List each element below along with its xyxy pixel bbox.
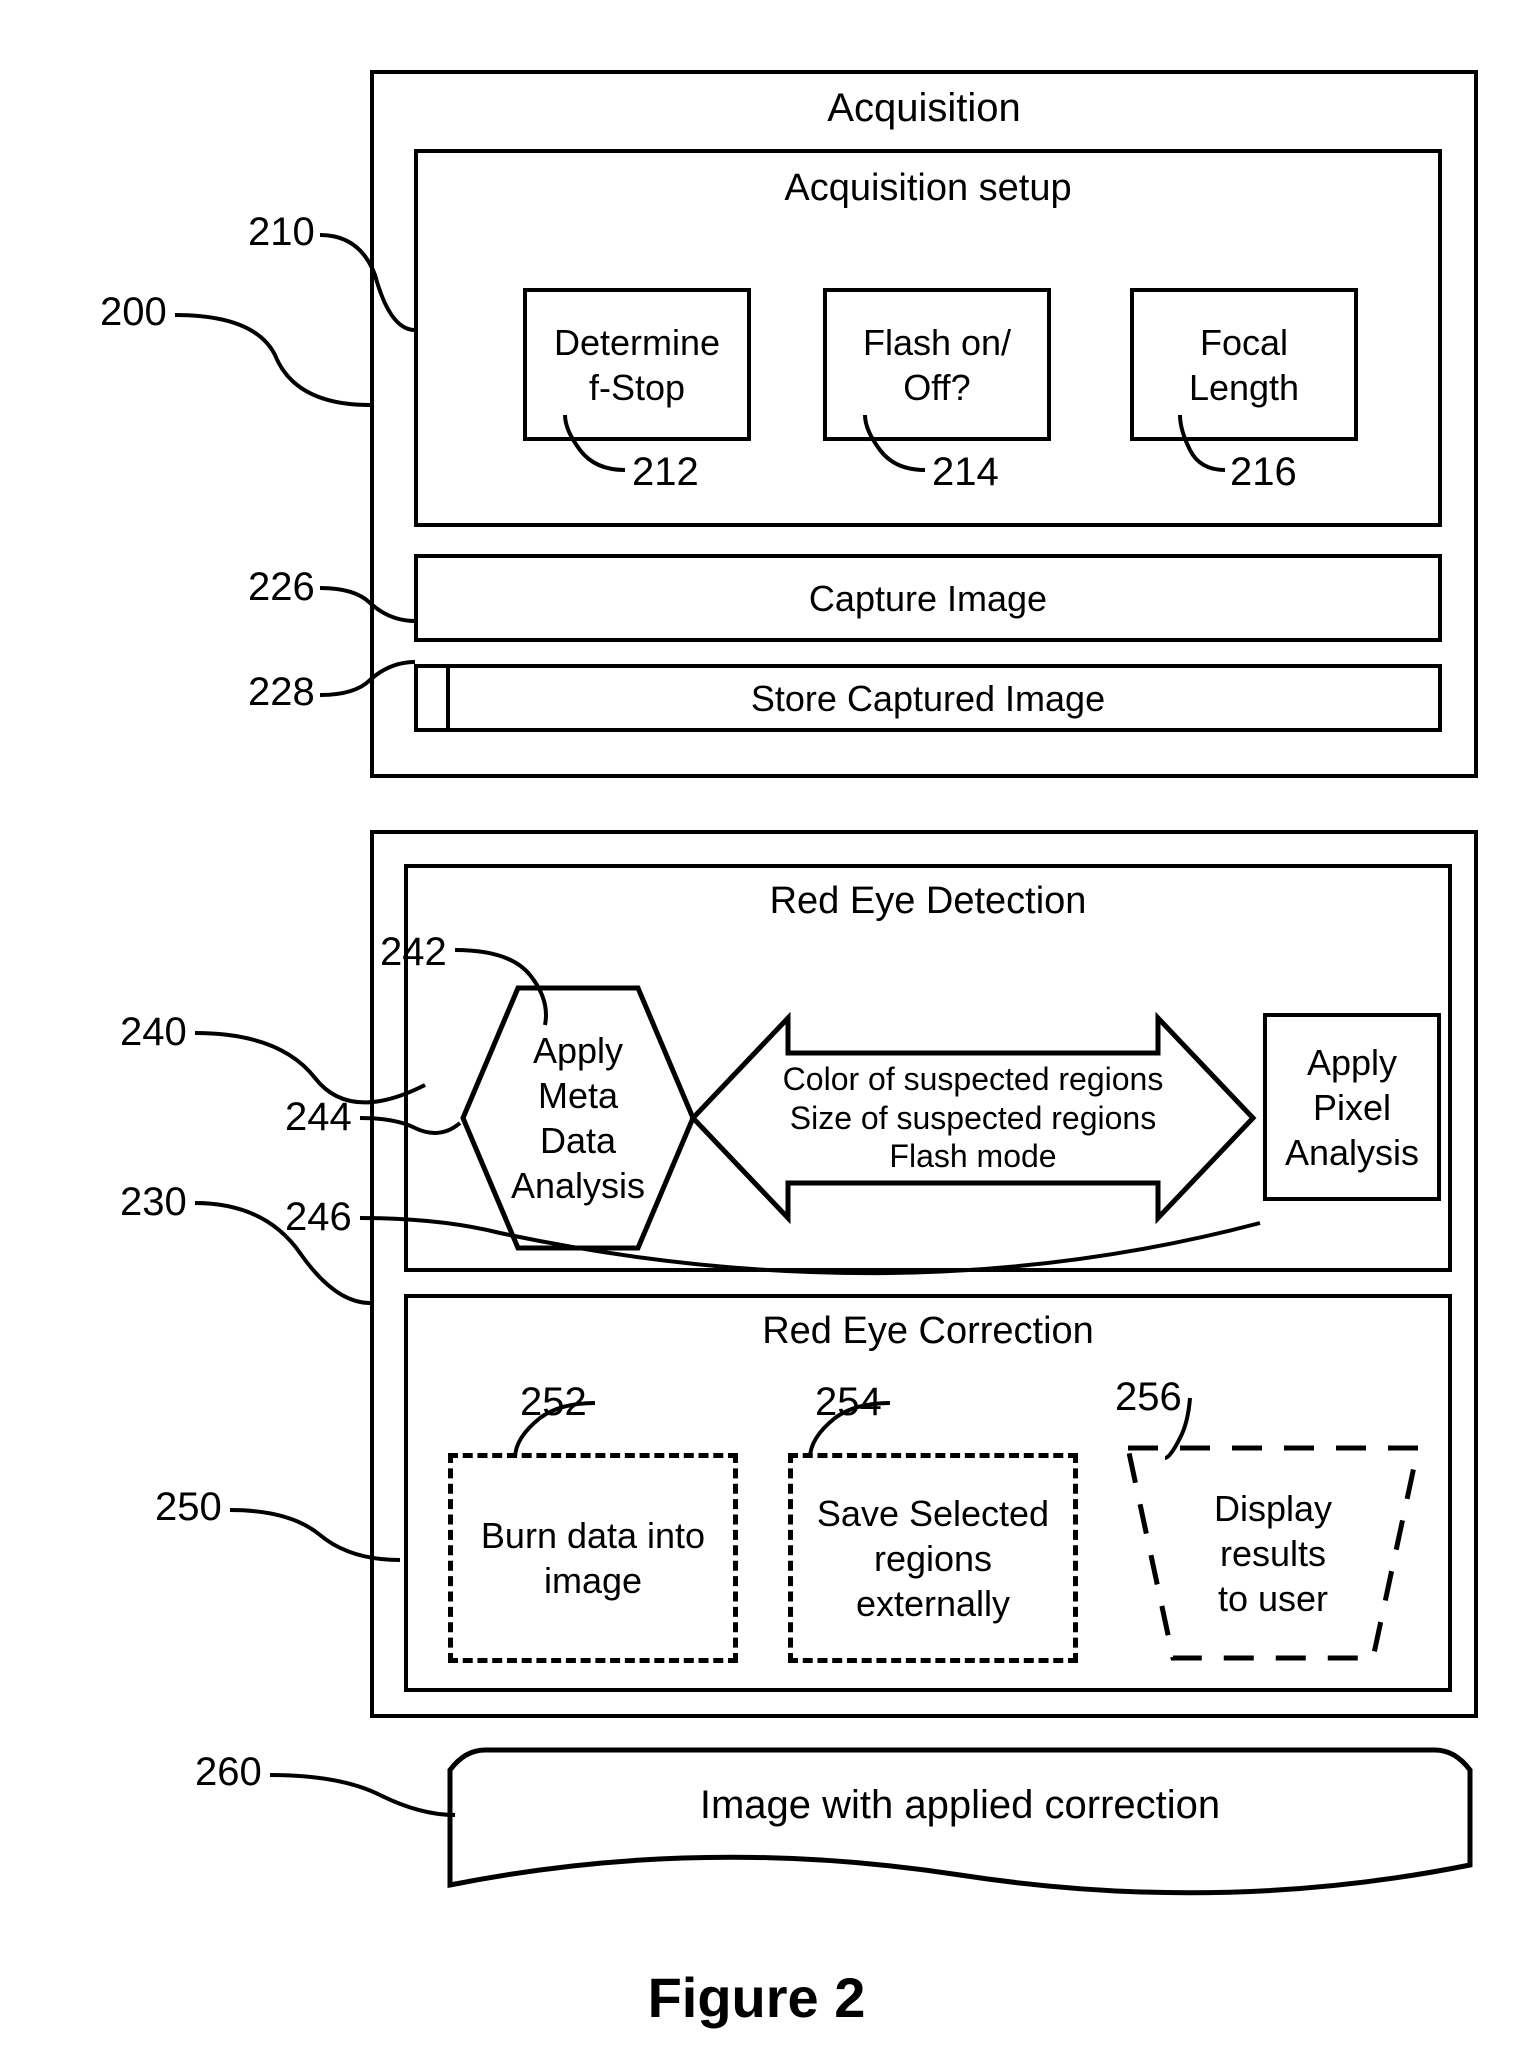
acquisition-box: Acquisition Acquisition setup Determine … (370, 70, 1478, 778)
fstop-text: Determine f-Stop (554, 320, 720, 410)
pixel-box: Apply Pixel Analysis (1263, 1013, 1441, 1201)
label-200: 200 (100, 290, 167, 335)
acquisition-title: Acquisition (374, 86, 1474, 131)
label-214: 214 (932, 450, 999, 495)
pixel-text: Apply Pixel Analysis (1285, 1040, 1419, 1175)
label-216: 216 (1230, 450, 1297, 495)
burn-text: Burn data into image (453, 1513, 733, 1603)
detection-title: Red Eye Detection (408, 880, 1448, 923)
label-240: 240 (120, 1010, 187, 1055)
store-image-text: Store Captured Image (751, 676, 1105, 721)
correction-title: Red Eye Correction (408, 1310, 1448, 1353)
label-260: 260 (195, 1750, 262, 1795)
label-256: 256 (1115, 1375, 1182, 1420)
flash-box: Flash on/ Off? (823, 288, 1051, 441)
label-242: 242 (380, 930, 447, 975)
figure-caption: Figure 2 (648, 1966, 866, 2029)
label-226: 226 (248, 565, 315, 610)
arrow-text: Color of suspected regions Size of suspe… (773, 1060, 1173, 1175)
store-image-box: Store Captured Image (414, 664, 1442, 732)
burn-box: Burn data into image (448, 1453, 738, 1663)
label-250: 250 (155, 1485, 222, 1530)
correction-box: Red Eye Correction Burn data into image … (404, 1294, 1452, 1692)
label-210: 210 (248, 210, 315, 255)
fstop-box: Determine f-Stop (523, 288, 751, 441)
label-244: 244 (285, 1095, 352, 1140)
label-254: 254 (815, 1380, 882, 1425)
output-text: Image with applied correction (700, 1783, 1220, 1828)
capture-image-text: Capture Image (809, 576, 1047, 621)
capture-image-box: Capture Image (414, 554, 1442, 642)
display-text: Display results to user (1214, 1486, 1332, 1621)
save-box: Save Selected regions externally (788, 1453, 1078, 1663)
label-228: 228 (248, 670, 315, 715)
focal-box: Focal Length (1130, 288, 1358, 441)
label-212: 212 (632, 450, 699, 495)
meta-text: Apply Meta Data Analysis (511, 1028, 645, 1208)
focal-text: Focal Length (1189, 320, 1299, 410)
acquisition-setup-title: Acquisition setup (418, 167, 1438, 210)
label-246: 246 (285, 1195, 352, 1240)
processing-box: Red Eye Detection Apply Meta Data Analys… (370, 830, 1478, 1718)
detection-box: Red Eye Detection Apply Meta Data Analys… (404, 864, 1452, 1272)
label-230: 230 (120, 1180, 187, 1225)
flash-text: Flash on/ Off? (863, 320, 1011, 410)
save-text: Save Selected regions externally (793, 1491, 1073, 1626)
label-252: 252 (520, 1380, 587, 1425)
